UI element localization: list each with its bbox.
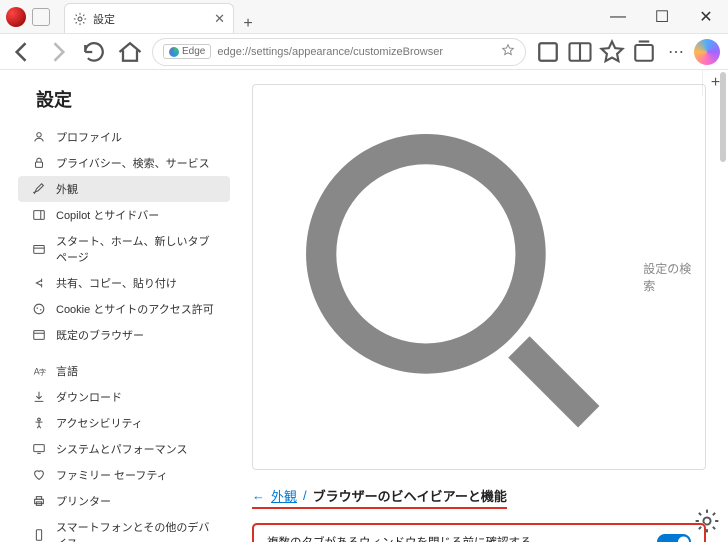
system-icon <box>32 442 46 456</box>
cookie-icon <box>32 302 46 316</box>
sidebar-item-phone[interactable]: スマートフォンとその他のデバイス <box>18 514 230 542</box>
sidebar-item-copilot[interactable]: Copilot とサイドバー <box>18 202 230 228</box>
sidebar-item-access[interactable]: アクセシビリティ <box>18 410 230 436</box>
printer-icon <box>32 494 46 508</box>
family-icon <box>32 468 46 482</box>
sidebar-item-lang[interactable]: A字言語 <box>18 358 230 384</box>
tab-close-icon[interactable]: ✕ <box>214 11 225 27</box>
search-icon <box>263 91 635 463</box>
sidebar-item-share[interactable]: 共有、コピー、貼り付け <box>18 270 230 296</box>
search-placeholder: 設定の検索 <box>643 260 695 294</box>
sidebar-item-label: 既定のブラウザー <box>56 327 144 343</box>
favorites-icon[interactable] <box>598 38 626 66</box>
extensions-icon[interactable] <box>534 38 562 66</box>
tab-settings[interactable]: 設定 ✕ <box>64 3 234 33</box>
split-icon[interactable] <box>566 38 594 66</box>
sidebar-item-label: ファミリー セーフティ <box>56 467 168 483</box>
row-label: 複数のタブがあるウィンドウを閉じる前に確認する <box>267 534 657 542</box>
sidebar-item-label: プリンター <box>56 493 111 509</box>
sidebar-item-download[interactable]: ダウンロード <box>18 384 230 410</box>
copilot-icon[interactable] <box>694 39 720 65</box>
sidebar-item-system[interactable]: システムとパフォーマンス <box>18 436 230 462</box>
svg-text:字: 字 <box>39 368 46 377</box>
share-icon <box>32 276 46 290</box>
window-minimize[interactable]: — <box>596 0 640 34</box>
sidebar-item-browser[interactable]: 既定のブラウザー <box>18 322 230 348</box>
toggle-switch[interactable] <box>657 534 691 542</box>
url-text: edge://settings/appearance/customizeBrow… <box>217 46 443 58</box>
sidebar-item-label: システムとパフォーマンス <box>56 441 187 457</box>
back-button[interactable] <box>8 38 36 66</box>
sidebar-item-family[interactable]: ファミリー セーフティ <box>18 462 230 488</box>
sidebar-item-label: Copilot とサイドバー <box>56 207 159 223</box>
sidebar-item-label: Cookie とサイトのアクセス許可 <box>56 301 214 317</box>
sidebar-item-label: スタート、ホーム、新しいタブ ページ <box>56 233 220 265</box>
tab-icon <box>32 242 46 256</box>
sidebar-item-brush[interactable]: 外観 <box>18 176 230 202</box>
address-bar[interactable]: Edge edge://settings/appearance/customiz… <box>152 38 526 66</box>
window-close[interactable]: ✕ <box>684 0 728 34</box>
settings-title: 設定 <box>36 86 230 112</box>
lock-icon <box>32 156 46 170</box>
copilot-icon <box>32 208 46 222</box>
sidebar-item-tab[interactable]: スタート、ホーム、新しいタブ ページ <box>18 228 230 270</box>
lang-icon: A字 <box>32 364 46 378</box>
breadcrumb-back-icon[interactable]: ← <box>252 488 265 503</box>
sidebar-item-label: プライバシー、検索、サービス <box>56 155 210 171</box>
sidebar-item-cookie[interactable]: Cookie とサイトのアクセス許可 <box>18 296 230 322</box>
sidebar-item-label: ダウンロード <box>56 389 122 405</box>
new-tab-button[interactable]: + <box>234 15 262 33</box>
sidebar-item-printer[interactable]: プリンター <box>18 488 230 514</box>
menu-button[interactable]: ⋯ <box>662 38 690 66</box>
collections-icon[interactable] <box>630 38 658 66</box>
tab-title: 設定 <box>93 11 115 27</box>
home-button[interactable] <box>116 38 144 66</box>
download-icon <box>32 390 46 404</box>
favorite-icon[interactable] <box>501 43 515 60</box>
sidebar-item-label: プロファイル <box>56 129 122 145</box>
sidebar-item-label: アクセシビリティ <box>56 415 143 431</box>
workspaces-icon[interactable] <box>32 8 50 26</box>
gear-icon <box>73 12 87 26</box>
app-icon <box>6 7 26 27</box>
settings-row: 複数のタブがあるウィンドウを閉じる前に確認する <box>253 524 705 542</box>
browser-icon <box>32 328 46 342</box>
phone-icon <box>32 528 46 542</box>
breadcrumb: ← 外観 / ブラウザーのビヘイビアーと機能 <box>252 486 507 509</box>
edge-badge: Edge <box>163 44 211 59</box>
breadcrumb-link[interactable]: 外観 <box>271 486 297 505</box>
access-icon <box>32 416 46 430</box>
forward-button <box>44 38 72 66</box>
window-maximize[interactable]: ☐ <box>640 0 684 34</box>
profile-icon <box>32 130 46 144</box>
sidebar-item-label: 外観 <box>56 181 78 197</box>
sidebar-item-label: 共有、コピー、貼り付け <box>56 275 177 291</box>
settings-search[interactable]: 設定の検索 <box>252 84 706 470</box>
refresh-button[interactable] <box>80 38 108 66</box>
sidebar-item-label: スマートフォンとその他のデバイス <box>56 519 220 542</box>
sidebar-item-label: 言語 <box>56 363 78 379</box>
breadcrumb-current: ブラウザーのビヘイビアーと機能 <box>313 486 507 505</box>
sidebar-item-profile[interactable]: プロファイル <box>18 124 230 150</box>
brush-icon <box>32 182 46 196</box>
settings-card: 複数のタブがあるウィンドウを閉じる前に確認するカスタム スクロール バーをオフに… <box>252 523 706 542</box>
sidebar-item-lock[interactable]: プライバシー、検索、サービス <box>18 150 230 176</box>
